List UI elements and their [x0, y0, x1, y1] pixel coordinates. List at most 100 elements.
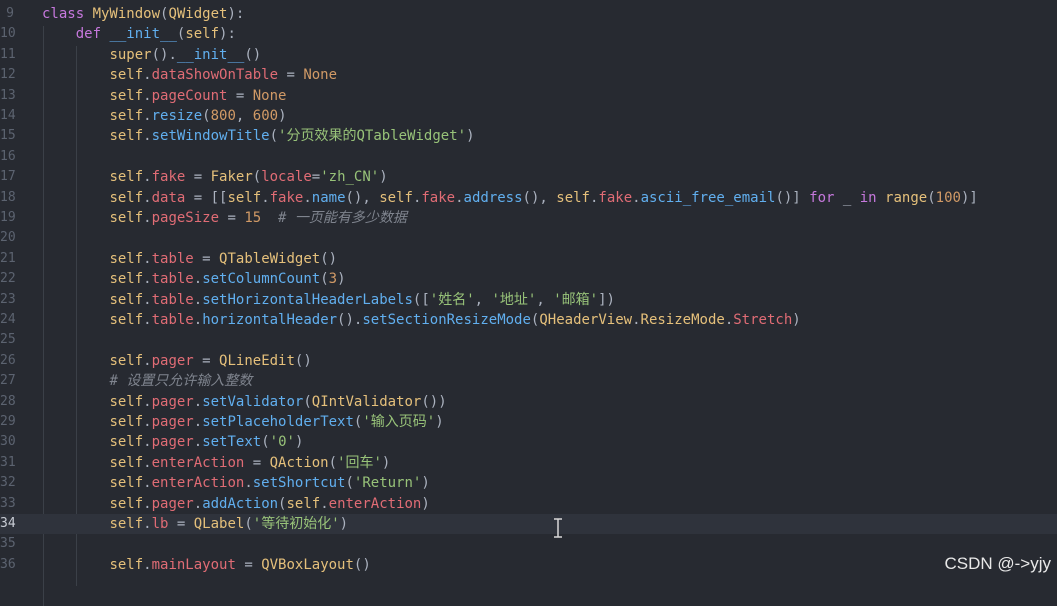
line-number: 11 [0, 46, 16, 62]
code-line[interactable]: 34 self.lb = QLabel('等待初始化') [0, 514, 1057, 535]
code-line[interactable]: 13 self.pageCount = None [0, 86, 1057, 106]
code-token: '0' [269, 434, 295, 451]
code-token: ) [339, 516, 349, 532]
code-line[interactable]: 15 self.setWindowTitle('分页效果的QTableWidge… [0, 126, 1057, 146]
code-token: table [151, 312, 194, 328]
code-token: # 一页能有多少数据 [278, 210, 407, 226]
code-token: '地址' [491, 291, 537, 308]
code-line[interactable]: 12 self.dataShowOnTable = None [0, 65, 1057, 85]
code-token: pager [151, 434, 194, 451]
code-token: setShortcut [252, 475, 346, 492]
code-token: self [109, 67, 144, 84]
code-token: def [75, 26, 110, 43]
code-token: fake [269, 189, 304, 206]
code-text: class MyWindow(QWidget): [42, 4, 244, 24]
code-token: Stretch [733, 312, 793, 328]
code-text: self.enterAction.setShortcut('Return') [42, 473, 430, 493]
code-line[interactable]: 24 self.table.horizontalHeader().setSect… [0, 310, 1057, 330]
code-token: . [632, 189, 641, 206]
code-token: . [193, 434, 203, 451]
code-token: resize [151, 108, 203, 124]
code-token: = [311, 169, 321, 186]
code-token: enterAction [328, 495, 422, 512]
code-token: ) [421, 475, 430, 492]
code-line[interactable]: 35 [0, 534, 1057, 554]
code-token: 100 [935, 189, 961, 206]
code-line[interactable]: 27 # 设置只允许输入整数 [0, 371, 1057, 391]
code-line[interactable]: 28 self.pager.setValidator(QIntValidator… [0, 392, 1057, 412]
line-number: 24 [0, 312, 16, 327]
code-line[interactable]: 19 self.pageSize = 15 # 一页能有多少数据 [0, 208, 1057, 228]
line-number: 34 [0, 516, 16, 531]
code-line[interactable]: 14 self.resize(800, 600) [0, 106, 1057, 126]
code-token: = [219, 210, 245, 226]
code-line[interactable]: 32 self.enterAction.setShortcut('Return'… [0, 473, 1057, 493]
code-token: . [143, 556, 152, 573]
code-line[interactable]: 9 class MyWindow(QWidget): [0, 4, 1057, 24]
code-text: self.table = QTableWidget() [42, 249, 337, 269]
code-text: # 设置只允许输入整数 [42, 371, 252, 391]
code-token: for [809, 189, 835, 206]
code-text: self.pageSize = 15 # 一页能有多少数据 [42, 208, 407, 228]
code-editor[interactable]: 9 class MyWindow(QWidget): 10 def __init__… [0, 0, 1057, 606]
code-token: ) [792, 312, 801, 328]
code-token: () [244, 46, 262, 63]
code-line[interactable]: 21 self.table = QTableWidget() [0, 249, 1057, 269]
code-token: address [463, 189, 523, 206]
code-token: ()) [421, 393, 447, 410]
code-token: self [109, 556, 144, 573]
code-line[interactable]: 26 self.pager = QLineEdit() [0, 351, 1057, 371]
code-token: '邮箱' [553, 291, 599, 308]
code-token: ) [278, 108, 287, 124]
code-token: 'zh_CN' [320, 169, 380, 186]
code-token: . [143, 393, 152, 410]
code-line[interactable]: 20 [0, 228, 1057, 248]
line-number: 26 [0, 352, 16, 368]
code-token: setColumnCount [202, 271, 321, 288]
code-line[interactable]: 23 self.table.setHorizontalHeaderLabels(… [0, 290, 1057, 310]
code-token: ( [261, 434, 270, 451]
code-token: data [151, 189, 186, 206]
code-token: self [109, 271, 144, 288]
code-token: . [143, 189, 152, 206]
line-number: 19 [0, 210, 16, 225]
code-token: ascii_free_email [640, 189, 776, 206]
code-line[interactable]: 18 self.data = [[self.fake.name(), self.… [0, 188, 1057, 208]
code-token: 15 [244, 210, 262, 226]
code-token: (), [522, 189, 557, 206]
code-token: . [143, 271, 152, 288]
code-token: () [353, 556, 371, 573]
code-text: self.enterAction = QAction('回车') [42, 453, 390, 473]
code-token: pager [151, 495, 194, 512]
code-line[interactable]: 29 self.pager.setPlaceholderText('输入页码') [0, 412, 1057, 432]
code-line[interactable]: 33 self.pager.addAction(self.enterAction… [0, 494, 1057, 514]
code-token: table [151, 291, 194, 308]
code-token: . [143, 312, 152, 328]
code-line[interactable]: 30 self.pager.setText('0') [0, 432, 1057, 452]
code-line[interactable]: 17 self.fake = Faker(locale='zh_CN') [0, 167, 1057, 187]
code-text: self.pager.setPlaceholderText('输入页码') [42, 412, 443, 432]
code-token: self [109, 434, 144, 451]
code-token: table [151, 271, 194, 288]
code-token: = [168, 516, 194, 532]
code-line[interactable]: 16 [0, 147, 1057, 167]
code-token: self [109, 169, 144, 186]
code-line[interactable]: 36 self.mainLayout = QVBoxLayout() [0, 555, 1057, 575]
code-token: () [320, 250, 338, 267]
code-token: name [311, 189, 346, 206]
code-text: self.setWindowTitle('分页效果的QTableWidget') [42, 126, 474, 146]
code-line[interactable]: 31 self.enterAction = QAction('回车') [0, 453, 1057, 473]
code-token: dataShowOnTable [151, 67, 279, 84]
code-line[interactable]: 22 self.table.setColumnCount(3) [0, 269, 1057, 289]
code-token: pageCount [151, 87, 228, 104]
code-line[interactable]: 10 def __init__(self): [0, 24, 1057, 44]
code-token: ( [244, 516, 253, 532]
code-line[interactable]: 11 super().__init__() [0, 45, 1057, 65]
code-line[interactable]: 25 [0, 330, 1057, 350]
code-token: , [474, 291, 492, 308]
